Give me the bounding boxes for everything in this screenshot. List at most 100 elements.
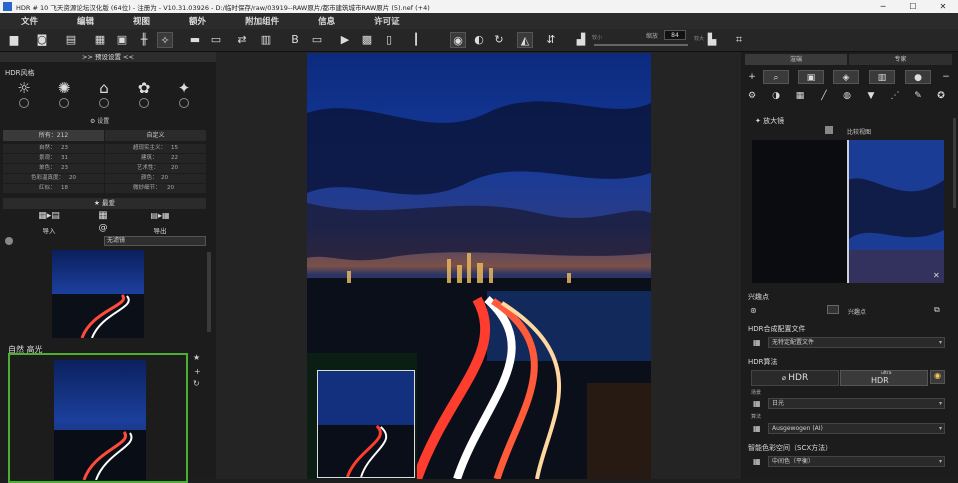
transfer-icon[interactable]: ⇄ [234, 32, 250, 48]
curve-icon[interactable]: ╱ [815, 89, 833, 103]
lightbulb-icon[interactable]: ◉ [930, 370, 945, 384]
minimize-icon[interactable]: ─ [868, 2, 898, 11]
scrollbar[interactable] [207, 252, 211, 332]
interest-image-icon[interactable] [827, 305, 839, 314]
user-icon[interactable] [99, 98, 109, 108]
user-icon[interactable] [19, 98, 29, 108]
count-mono[interactable]: 单色： 23 [3, 164, 104, 173]
filter-select[interactable]: 无滤镜 [104, 236, 206, 246]
menu-view[interactable]: 视图 [112, 15, 168, 27]
compare-icon[interactable]: ◐ [471, 32, 487, 48]
count-architecture[interactable]: 建筑： 22 [105, 154, 206, 163]
navigator-preview[interactable] [317, 370, 415, 478]
count-color-fidelity[interactable]: 色彩温真度： 20 [3, 174, 104, 183]
layers-icon[interactable]: ◈ [833, 70, 859, 84]
algorithm-select[interactable]: Ausgewogen (AI) [768, 423, 945, 434]
count-red[interactable]: 红似： 18 [3, 184, 104, 193]
wand-icon[interactable]: ✧ [157, 32, 173, 48]
gallery-icon[interactable]: ▣ [114, 32, 130, 48]
compare-checkbox[interactable] [825, 126, 833, 134]
panels-icon[interactable]: ▥ [869, 70, 895, 84]
magnifier-section-title[interactable]: ✦ 放大镜 [755, 116, 784, 126]
magnifier-preview[interactable]: ✕ [752, 140, 944, 283]
grid-icon[interactable]: ▦ [791, 89, 809, 103]
scene-select[interactable]: 日光 [768, 398, 945, 409]
histogram-icon[interactable]: ┃ [408, 32, 424, 48]
menu-info[interactable]: 信息 [297, 15, 353, 27]
zoom-out-icon[interactable]: ▟ [573, 32, 589, 48]
image-icon[interactable]: ▣ [798, 70, 824, 84]
tools-icon[interactable]: ✪ [932, 89, 950, 103]
camera-icon[interactable]: ◙ [34, 32, 50, 48]
preset-thumbnail-2[interactable] [54, 360, 146, 480]
eye-icon[interactable]: ◉ [450, 32, 466, 48]
stamp-icon[interactable]: ▩ [359, 32, 375, 48]
settings-button[interactable]: ⚙ 设置 [90, 116, 109, 125]
rgb-icon[interactable]: ▼ [862, 89, 880, 103]
export-icon[interactable]: ▬ [187, 32, 203, 48]
menu-file[interactable]: 文件 [0, 15, 56, 27]
rotate-icon[interactable]: ↻ [491, 32, 507, 48]
contrast-icon[interactable]: ◑ [767, 89, 785, 103]
zoom-value-input[interactable]: 84 [664, 30, 686, 40]
close-icon[interactable]: ✕ [928, 2, 958, 11]
zoom-slider[interactable] [594, 44, 688, 46]
tab-expert[interactable]: 专家 [849, 54, 952, 65]
filter-toggle-icon[interactable] [5, 237, 13, 245]
save-icon[interactable]: ▆ [6, 32, 22, 48]
user-icon[interactable] [139, 98, 149, 108]
light-category-icon[interactable]: ✺ [54, 78, 74, 98]
count-landscape[interactable]: 景观： 31 [3, 154, 104, 163]
count-subtle-detail[interactable]: 微妙细节： 20 [105, 184, 206, 193]
menu-license[interactable]: 许可证 [353, 15, 418, 27]
selected-preset-card[interactable] [8, 353, 188, 483]
user-icon[interactable] [179, 98, 189, 108]
color-space-select[interactable]: 中间色（平衡） [768, 456, 945, 467]
count-natural[interactable]: 自然： 23 [3, 144, 104, 153]
bold-icon[interactable]: B [287, 32, 303, 48]
arrows-icon[interactable]: ⇵ [543, 32, 559, 48]
menu-extra[interactable]: 额外 [168, 15, 224, 27]
nodes-icon[interactable]: ⋰ [886, 89, 904, 103]
ultra-hdr-button[interactable]: ultra HDR [840, 370, 928, 386]
menu-edit[interactable]: 编辑 [56, 15, 112, 27]
star-icon[interactable]: ★ [193, 353, 200, 362]
preset-thumbnail-1[interactable] [52, 250, 144, 338]
crop-icon[interactable]: ⌗ [731, 32, 747, 48]
natural-category-icon[interactable]: ☼ [14, 78, 34, 98]
preset-header[interactable]: >> 预设设置 << [0, 52, 216, 62]
column-icon[interactable]: ▯ [381, 32, 397, 48]
sliders-icon[interactable]: ╫ [136, 32, 152, 48]
tab-all[interactable]: 所有：212 [3, 130, 104, 141]
play-icon[interactable]: ▶ [337, 32, 353, 48]
palette-category-icon[interactable]: ✿ [134, 78, 154, 98]
add-icon[interactable]: + [743, 70, 761, 84]
target-icon[interactable]: ⊛ [750, 306, 757, 315]
count-color[interactable]: 颜色： 20 [105, 174, 206, 183]
user-icon[interactable] [59, 98, 69, 108]
at-icon[interactable]: @ [96, 223, 110, 233]
import-label[interactable]: 导入 [34, 225, 64, 235]
tab-custom[interactable]: 自定义 [105, 130, 206, 141]
zoom-in-icon[interactable]: ▙ [704, 32, 720, 48]
refresh-icon[interactable]: ↻ [193, 379, 200, 388]
brush-icon[interactable]: ✎ [909, 89, 927, 103]
color-wheel-icon[interactable]: ● [905, 70, 931, 84]
hdr-mode-button[interactable]: ⌀ HDR [751, 370, 839, 386]
export-label[interactable]: 导出 [146, 225, 174, 235]
scrollbar[interactable] [953, 118, 956, 208]
favorites-button[interactable]: ★ 最爱 [3, 198, 206, 209]
hdr-profile-select[interactable]: 无特定配置文件 [768, 337, 945, 348]
count-artistic[interactable]: 艺术性： 20 [105, 164, 206, 173]
batch-icon[interactable]: ▤ [63, 32, 79, 48]
export-grid-icon[interactable]: ▤▸▦ [148, 211, 172, 220]
hue-icon[interactable]: ◍ [838, 89, 856, 103]
grid-icon[interactable]: ▦ [96, 210, 110, 221]
magnifier-icon[interactable]: ⌕ [763, 70, 789, 84]
architecture-category-icon[interactable]: ⌂ [94, 78, 114, 98]
menu-addons[interactable]: 附加组件 [224, 15, 297, 27]
maximize-icon[interactable]: ☐ [898, 2, 928, 11]
print-icon[interactable]: ▭ [208, 32, 224, 48]
import-grid-icon[interactable]: ▦▸▤ [34, 211, 64, 221]
gear-icon[interactable]: ⚙ [743, 89, 761, 103]
